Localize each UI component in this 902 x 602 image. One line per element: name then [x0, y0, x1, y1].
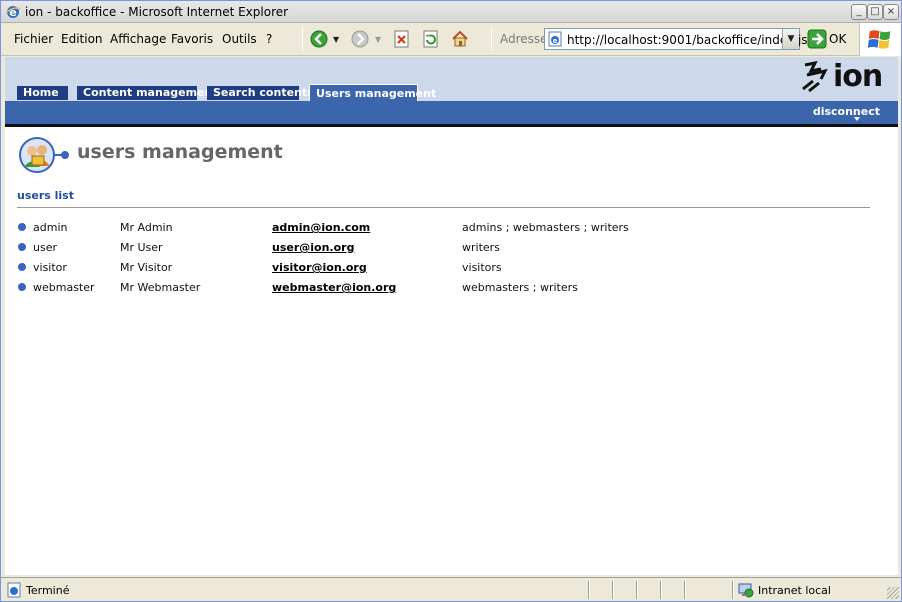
tab-search-contents[interactable]: Search contents	[207, 86, 314, 100]
menu-edition[interactable]: Edition	[61, 32, 103, 46]
minimize-button[interactable]: _	[851, 4, 867, 20]
address-label: Adresse	[500, 32, 548, 46]
toolbar-separator	[491, 27, 492, 51]
address-url[interactable]: http://localhost:9001/backoffice/index.j…	[567, 33, 815, 47]
forward-dropdown-icon[interactable]: ▼	[375, 35, 381, 44]
go-button-label[interactable]: OK	[829, 32, 846, 46]
user-name: Mr Visitor	[120, 261, 173, 274]
menu-fichier[interactable]: Fichier	[14, 32, 53, 46]
internet-explorer-icon: e	[5, 6, 21, 19]
menu-help[interactable]: ?	[266, 32, 272, 46]
user-login: user	[33, 241, 57, 254]
tab-users-management[interactable]: Users management	[309, 84, 436, 101]
intranet-zone-icon	[738, 583, 754, 598]
page-title: users management	[77, 141, 283, 163]
address-dropdown-icon[interactable]: ▼	[782, 29, 799, 49]
user-name: Mr User	[120, 241, 163, 254]
windows-logo-icon	[859, 23, 901, 56]
tab-home[interactable]: Home	[17, 86, 68, 100]
forward-icon[interactable]	[350, 29, 370, 49]
divider	[17, 207, 870, 208]
menu-favoris[interactable]: Favoris	[171, 32, 213, 46]
bullet-icon	[18, 263, 26, 271]
user-row: webmaster Mr Webmaster webmaster@ion.org…	[5, 279, 898, 299]
user-login: admin	[33, 221, 68, 234]
security-zone: Intranet local	[758, 584, 831, 597]
user-email-link[interactable]: webmaster@ion.org	[272, 281, 396, 294]
user-email-link[interactable]: visitor@ion.org	[272, 261, 367, 274]
close-button[interactable]: ×	[883, 4, 899, 20]
user-groups: visitors	[462, 261, 502, 274]
disconnect-arrow-icon	[854, 117, 860, 121]
page-done-icon	[7, 582, 21, 598]
bullet-icon	[18, 243, 26, 251]
page-icon: e	[548, 31, 562, 47]
user-email-link[interactable]: admin@ion.com	[272, 221, 370, 234]
maximize-button[interactable]: □	[867, 4, 883, 20]
refresh-icon[interactable]	[421, 29, 441, 49]
go-arrow-icon[interactable]	[807, 29, 827, 49]
ion-logo-text: ion	[833, 59, 883, 94]
user-row: admin Mr Admin admin@ion.com admins ; we…	[5, 219, 898, 239]
home-icon[interactable]	[450, 29, 470, 49]
bullet-icon	[18, 223, 26, 231]
page-header: Home Content management Search contents …	[5, 57, 898, 101]
browser-window: e ion - backoffice - Microsoft Internet …	[0, 0, 902, 602]
ion-logo: ion	[799, 59, 889, 95]
status-separator	[732, 581, 734, 599]
users-list-heading: users list	[17, 189, 74, 202]
nav-bar: disconnect	[5, 101, 898, 127]
users-management-icon	[19, 137, 69, 173]
user-name: Mr Admin	[120, 221, 173, 234]
status-separator	[660, 581, 662, 599]
bullet-icon	[18, 283, 26, 291]
user-row: visitor Mr Visitor visitor@ion.org visit…	[5, 259, 898, 279]
menu-outils[interactable]: Outils	[222, 32, 257, 46]
user-groups: writers	[462, 241, 500, 254]
address-bar[interactable]: e http://localhost:9001/backoffice/index…	[544, 28, 815, 50]
resize-grip-icon[interactable]	[887, 587, 899, 599]
window-title: ion - backoffice - Microsoft Internet Ex…	[25, 5, 289, 19]
toolbar-separator	[302, 27, 303, 51]
title-bar: e ion - backoffice - Microsoft Internet …	[1, 1, 901, 23]
user-groups: admins ; webmasters ; writers	[462, 221, 629, 234]
page-viewport: Home Content management Search contents …	[5, 57, 898, 575]
user-login: webmaster	[33, 281, 95, 294]
user-row: user Mr User user@ion.org writers	[5, 239, 898, 259]
user-login: visitor	[33, 261, 67, 274]
menu-affichage[interactable]: Affichage	[110, 32, 166, 46]
ion-logo-mark-icon	[802, 61, 828, 93]
svg-text:e: e	[553, 37, 558, 45]
back-dropdown-icon[interactable]: ▼	[333, 35, 339, 44]
status-separator	[588, 581, 590, 599]
stop-icon[interactable]	[392, 29, 412, 49]
user-email-link[interactable]: user@ion.org	[272, 241, 354, 254]
status-separator	[684, 581, 686, 599]
tab-content-management[interactable]: Content management	[77, 86, 218, 100]
status-text: Terminé	[26, 584, 70, 597]
back-icon[interactable]	[309, 29, 329, 49]
status-bar: Terminé Intranet local	[1, 577, 901, 601]
disconnect-link[interactable]: disconnect	[813, 105, 880, 118]
status-separator	[612, 581, 614, 599]
user-groups: webmasters ; writers	[462, 281, 578, 294]
menu-toolbar: Fichier Edition Affichage Favoris Outils…	[1, 23, 901, 56]
user-name: Mr Webmaster	[120, 281, 201, 294]
status-separator	[636, 581, 638, 599]
